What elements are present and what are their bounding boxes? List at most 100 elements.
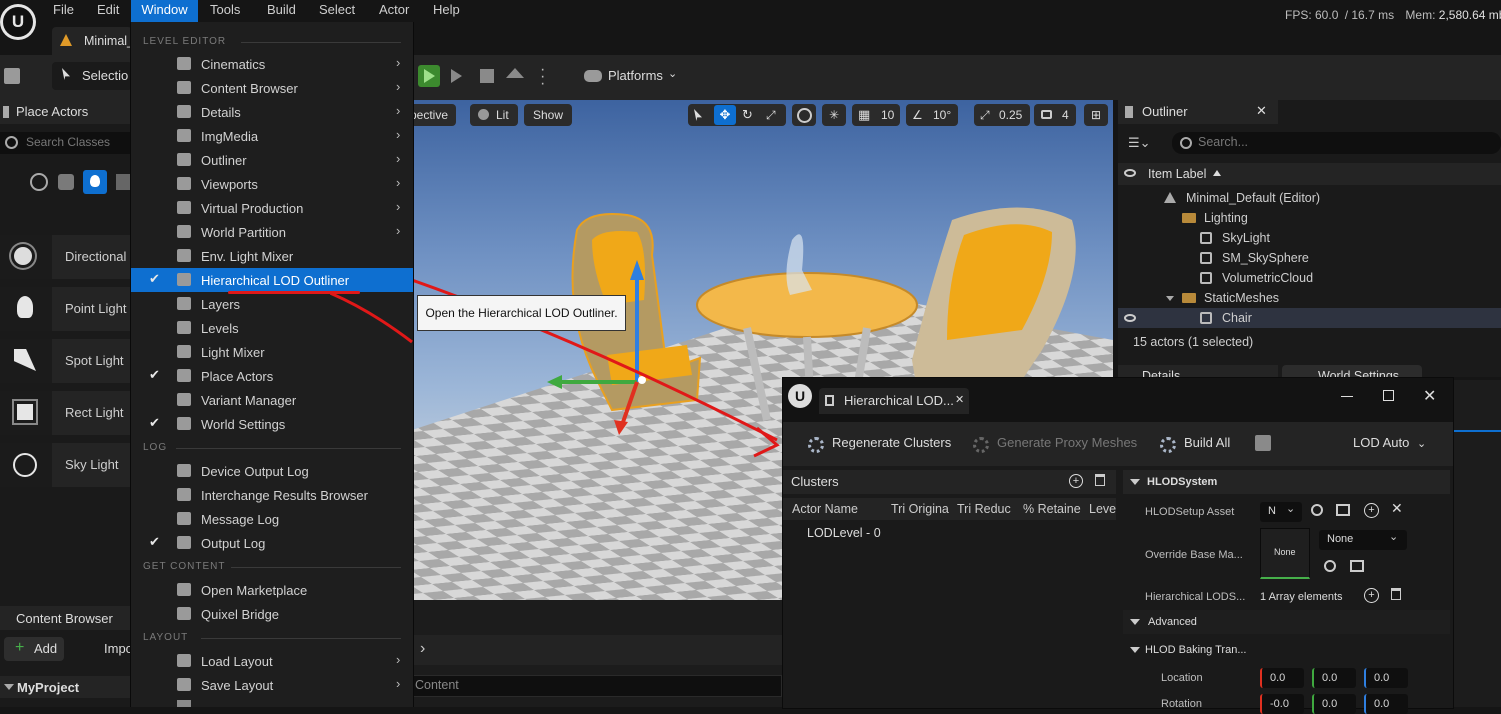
menu-build[interactable]: Build [267,0,307,22]
actor-item-rect-light[interactable]: Rect Light [0,391,131,435]
rotation-y-field[interactable]: 0.0 [1312,694,1356,714]
trash-icon[interactable] [1095,474,1105,486]
menu-item-env-light-mixer[interactable]: Env. Light Mixer [131,244,413,268]
column-percent-retained[interactable]: % Retaine [1023,502,1085,516]
close-window-icon[interactable]: ✕ [1423,386,1436,406]
project-row[interactable]: MyProject [0,676,131,698]
menu-item-outliner[interactable]: Outliner › [131,148,413,172]
add-element-icon[interactable]: + [1364,588,1379,603]
column-tri-original[interactable]: Tri Origina [891,502,951,516]
menu-item-variant-manager[interactable]: Variant Manager [131,388,413,412]
menu-item-output-log[interactable]: ✔ Output Log [131,531,413,555]
menu-item-hierarchical-lod-outliner[interactable]: ✔ Hierarchical LOD Outliner [131,268,413,292]
menu-file[interactable]: File [53,0,83,22]
stop-icon[interactable] [480,69,494,83]
more-options-icon[interactable]: · · · [540,62,545,92]
level-tab[interactable]: Minimal_ [52,27,134,55]
actor-item-point-light[interactable]: Point Light [0,287,131,331]
visibility-eye-icon[interactable] [1124,169,1136,177]
skip-icon[interactable] [451,69,462,83]
menu-item-device-output-log[interactable]: Device Output Log [131,459,413,483]
save-icon[interactable] [4,68,20,84]
browse-folder-icon[interactable] [1336,504,1350,516]
actor-item-sky-light[interactable]: Sky Light [0,443,131,487]
menu-select[interactable]: Select [319,0,364,22]
outliner-row[interactable]: VolumetricCloud [1118,268,1501,288]
menu-item-quixel-bridge[interactable]: Quixel Bridge [131,602,413,626]
menu-item-imgmedia[interactable]: ImgMedia › [131,124,413,148]
close-icon[interactable]: ✕ [955,393,964,406]
viewport-layout-button[interactable]: ⊞ [1084,104,1108,126]
scale-snap-button[interactable]: ⤢ 0.25 [974,104,1030,126]
outliner-tab[interactable]: Outliner ✕ [1118,100,1278,124]
clear-x-icon[interactable]: ✕ [1391,500,1403,517]
menu-item-message-log[interactable]: Message Log [131,507,413,531]
move-tool-icon[interactable]: ✥ [714,105,736,125]
menu-window[interactable]: Window [131,0,198,22]
surface-snap-button[interactable]: ✳ [822,104,846,126]
menu-item-world-settings[interactable]: ✔ World Settings [131,412,413,436]
menu-actor[interactable]: Actor [379,0,419,22]
menu-tools[interactable]: Tools [210,0,250,22]
save-icon[interactable] [1255,435,1271,451]
column-tri-reduced[interactable]: Tri Reduc [957,502,1017,516]
column-level[interactable]: Leve [1089,502,1116,516]
lit-button[interactable]: Lit [470,104,518,126]
outliner-row[interactable]: Minimal_Default (Editor) [1118,188,1501,208]
setup-asset-combo[interactable]: N ⌄ [1260,502,1302,522]
baking-transform-row[interactable]: HLOD Baking Tran... [1123,638,1450,662]
menu-item-details[interactable]: Details › [131,100,413,124]
world-local-button[interactable] [792,104,816,126]
menu-item-save-layout[interactable]: Save Layout › [131,673,413,697]
rotation-snap-button[interactable]: ∠ 10° [906,104,958,126]
minimize-icon[interactable] [1341,396,1353,397]
grid-snap-button[interactable]: ▦ 10 [852,104,900,126]
play-button[interactable] [418,65,440,87]
menu-edit[interactable]: Edit [97,0,127,22]
outliner-row[interactable]: Chair [1118,308,1501,328]
camera-speed-button[interactable]: 4 [1034,104,1076,126]
use-selected-icon[interactable] [1311,504,1323,516]
outliner-row[interactable]: SkyLight [1118,228,1501,248]
hlod-tab[interactable]: Hierarchical LOD... ✕ [819,388,969,414]
advanced-header[interactable]: Advanced [1123,610,1450,634]
content-search[interactable]: Content [412,675,782,697]
collapse-arrow-icon[interactable] [1166,296,1174,301]
menu-item-world-partition[interactable]: World Partition › [131,220,413,244]
selection-mode-button[interactable]: Selectio [52,62,132,90]
filter-button[interactable]: ☰⌄ [1128,135,1160,151]
rotation-z-field[interactable]: 0.0 [1364,694,1408,714]
menu-item-place-actors[interactable]: ✔ Place Actors [131,364,413,388]
unreal-logo[interactable]: U [0,4,36,40]
place-actors-tab[interactable]: Place Actors [0,100,131,124]
perspective-button[interactable]: pective [412,104,456,126]
add-circle-icon[interactable]: + [1069,474,1083,488]
menu-item-interchange-results-browser[interactable]: Interchange Results Browser [131,483,413,507]
location-z-field[interactable]: 0.0 [1364,668,1408,688]
outliner-row[interactable]: StaticMeshes [1118,288,1501,308]
browse-folder-icon[interactable] [1350,560,1364,572]
clock-icon[interactable] [30,173,48,191]
location-y-field[interactable]: 0.0 [1312,668,1356,688]
chevron-right-icon[interactable]: › [420,640,425,658]
visibility-eye-icon[interactable] [1124,314,1136,322]
menu-help[interactable]: Help [433,0,473,22]
hlod-system-header[interactable]: HLODSystem [1123,470,1450,494]
lod-mode-dropdown[interactable]: LOD Auto ⌄ [1353,435,1426,450]
rotate-tool-icon[interactable]: ↻ [742,104,753,126]
show-button[interactable]: Show [524,104,572,126]
select-tool-icon[interactable] [694,109,702,121]
close-icon[interactable]: ✕ [1256,103,1267,119]
shapes-icon[interactable] [58,174,74,190]
outliner-row[interactable]: SM_SkySphere [1118,248,1501,268]
search-classes-field[interactable]: Search Classes [0,132,131,154]
add-circle-icon[interactable]: + [1364,503,1379,518]
eject-icon[interactable] [506,68,524,78]
lights-category-icon[interactable] [83,170,107,194]
outliner-row[interactable]: Lighting [1118,208,1501,228]
menu-item-load-layout[interactable]: Load Layout › [131,649,413,673]
menu-item-open-marketplace[interactable]: Open Marketplace [131,578,413,602]
rotation-x-field[interactable]: -0.0 [1260,694,1304,714]
override-material-combo[interactable]: None ⌄ [1319,530,1407,550]
actor-item-directional[interactable]: Directional [0,235,131,279]
